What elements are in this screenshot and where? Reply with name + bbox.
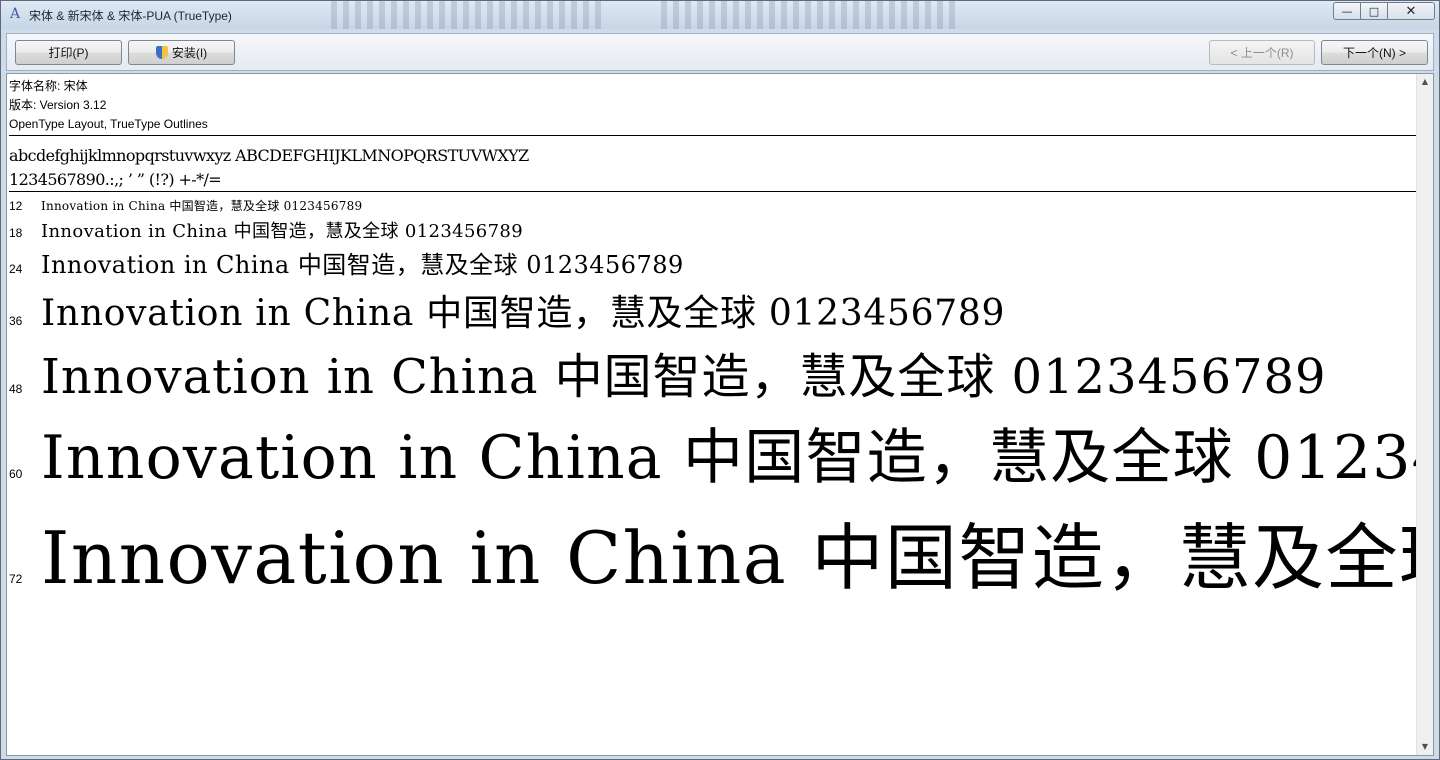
sample-row: 36 Innovation in China 中国智造，慧及全球 0123456… <box>9 284 1005 336</box>
previous-button[interactable]: < 上一个(R) <box>1209 40 1315 65</box>
sample-size: 18 <box>9 226 23 240</box>
install-button[interactable]: 安装(I) <box>128 40 235 65</box>
sample-row: 12 Innovation in China 中国智造，慧及全球 0123456… <box>9 197 362 214</box>
charset-letters: abcdefghijklmnopqrstuvwxyz ABCDEFGHIJKLM… <box>9 146 529 165</box>
font-info: 字体名称: 宋体 版本: Version 3.12 OpenType Layou… <box>9 77 208 134</box>
next-button[interactable]: 下一个(N) > <box>1321 40 1428 65</box>
maximize-button[interactable]: □ <box>1361 2 1388 20</box>
scroll-up-arrow-icon[interactable]: ▲ <box>1417 74 1433 90</box>
sample-row: 72 Innovation in China 中国智造，慧及全球 0123456… <box>9 499 1434 604</box>
font-type: OpenType Layout, TrueType Outlines <box>9 117 208 131</box>
close-icon: ✕ <box>1405 3 1417 19</box>
minimize-icon: — <box>1341 4 1353 18</box>
sample-text: Innovation in China 中国智造，慧及全球 0123456789 <box>41 349 1327 405</box>
font-viewer-window: A 宋体 & 新宋体 & 宋体-PUA (TrueType) — □ ✕ 打印(… <box>0 0 1440 760</box>
sample-size: 48 <box>9 382 23 396</box>
install-button-label: 安装(I) <box>171 46 208 60</box>
sample-row: 48 Innovation in China 中国智造，慧及全球 0123456… <box>9 337 1327 407</box>
previous-button-label: < 上一个(R) <box>1230 46 1294 60</box>
sample-row: 18 Innovation in China 中国智造，慧及全球 0123456… <box>9 217 523 243</box>
title-bar[interactable]: A 宋体 & 新宋体 & 宋体-PUA (TrueType) — □ ✕ <box>1 1 1439 29</box>
scroll-down-arrow-icon[interactable]: ▼ <box>1417 739 1433 755</box>
sample-size: 60 <box>9 467 23 481</box>
background-window-blur <box>331 1 601 29</box>
character-set: abcdefghijklmnopqrstuvwxyz ABCDEFGHIJKLM… <box>9 144 529 192</box>
sample-size: 24 <box>9 262 23 276</box>
vertical-scrollbar[interactable]: ▲ ▼ <box>1416 74 1433 755</box>
sample-text: Innovation in China 中国智造，慧及全球 0123456789 <box>41 516 1434 600</box>
sample-text: Innovation in China 中国智造，慧及全球 0123456789 <box>41 293 1006 334</box>
next-button-label: 下一个(N) > <box>1342 46 1406 60</box>
font-name: 字体名称: 宋体 <box>9 79 88 93</box>
sample-text: Innovation in China 中国智造，慧及全球 0123456789 <box>41 199 363 213</box>
sample-size: 36 <box>9 314 23 328</box>
charset-digits: 1234567890.:,; ’ ” (!?) +-*/= <box>9 170 222 189</box>
divider <box>9 191 1419 192</box>
sample-text: Innovation in China 中国智造，慧及全球 0123456789 <box>41 251 684 279</box>
divider <box>9 135 1419 136</box>
sample-row: 60 Innovation in China 中国智造，慧及全球 0123456… <box>9 409 1434 496</box>
sample-size: 72 <box>9 572 23 586</box>
toolbar: 打印(P) 安装(I) < 上一个(R) 下一个(N) > <box>6 33 1434 71</box>
window-title: 宋体 & 新宋体 & 宋体-PUA (TrueType) <box>29 9 232 23</box>
sample-text: Innovation in China 中国智造，慧及全球 0123456789 <box>41 221 524 242</box>
uac-shield-icon <box>155 46 168 59</box>
maximize-icon: □ <box>1368 4 1380 18</box>
sample-text: Innovation in China 中国智造，慧及全球 0123456789 <box>41 423 1434 493</box>
background-window-blur-2 <box>661 1 961 29</box>
sample-row: 24 Innovation in China 中国智造，慧及全球 0123456… <box>9 245 684 280</box>
font-app-icon: A <box>9 6 21 22</box>
minimize-button[interactable]: — <box>1333 2 1361 20</box>
sample-size: 12 <box>9 199 23 213</box>
print-button[interactable]: 打印(P) <box>15 40 122 65</box>
font-version: 版本: Version 3.12 <box>9 98 107 112</box>
window-controls: — □ ✕ <box>1333 2 1435 22</box>
print-button-label: 打印(P) <box>48 46 89 60</box>
close-button[interactable]: ✕ <box>1388 2 1435 20</box>
font-preview-pane[interactable]: 字体名称: 宋体 版本: Version 3.12 OpenType Layou… <box>6 73 1434 756</box>
